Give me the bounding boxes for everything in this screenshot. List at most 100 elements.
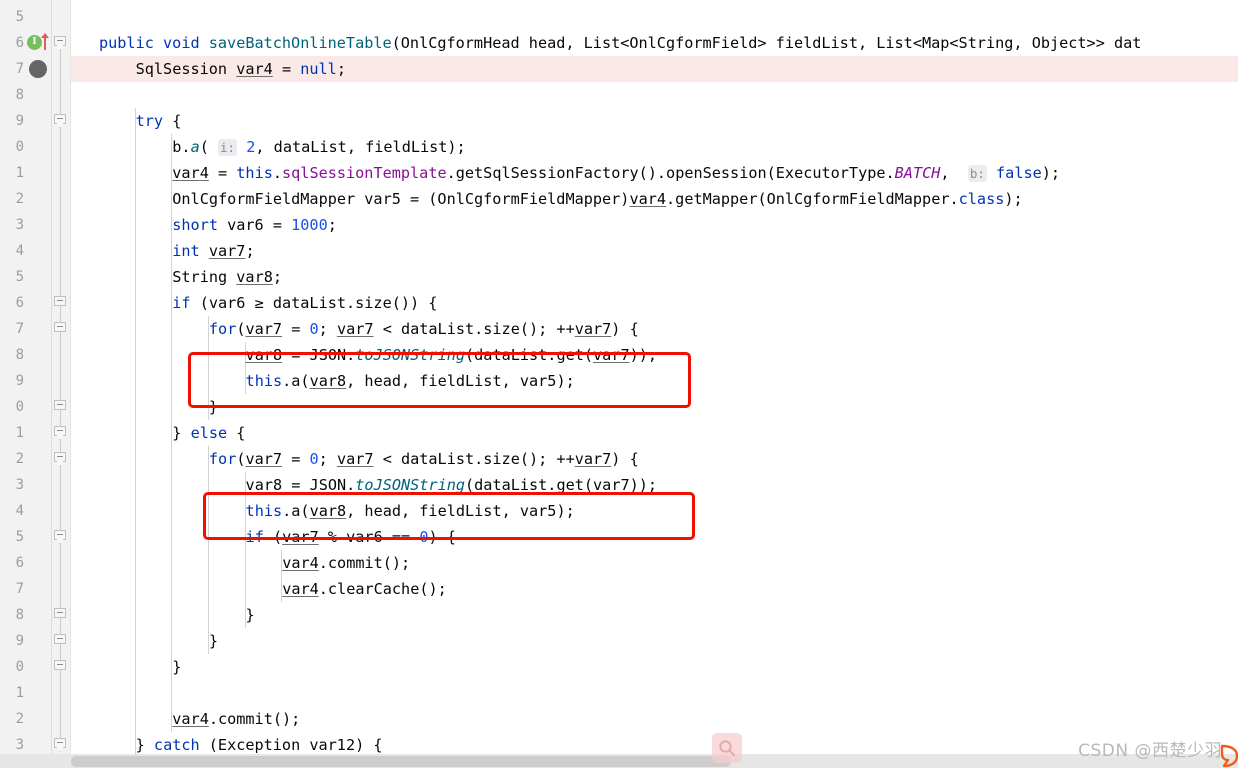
code-token: } [135,736,154,754]
line-number: 6 [15,555,24,571]
fold-collapse-icon[interactable] [54,634,68,648]
code-line[interactable]: this.a(var8, head, fieldList, var5); [246,368,575,394]
code-token: ) { [611,320,639,338]
code-line[interactable]: } [246,602,255,628]
gutter-marker[interactable] [26,56,52,82]
code-line[interactable]: } [172,654,181,680]
code-token: ( [236,320,246,338]
code-line[interactable]: for(var7 = 0; var7 < dataList.size(); ++… [209,316,639,342]
fold-collapse-icon[interactable] [54,400,68,414]
search-icon[interactable] [712,733,742,763]
code-token: var8 = JSON. [245,476,356,494]
code-token: ( [263,528,283,546]
code-token: var4 [236,60,273,78]
code-token: ) { [611,450,639,468]
horizontal-scrollbar-thumb[interactable] [71,756,731,767]
line-number: 7 [15,61,24,77]
fold-collapse-icon[interactable] [54,660,68,674]
fold-collapse-icon[interactable] [54,608,68,622]
code-line[interactable]: int var7; [172,238,254,264]
breakpoint-disabled-icon[interactable] [29,60,47,78]
fold-collapse-icon[interactable] [54,296,68,310]
code-token: this [236,164,273,182]
code-line[interactable]: if (var6 ≥ dataList.size()) { [172,290,437,316]
indent-guide [207,446,209,654]
code-line[interactable]: OnlCgformFieldMapper var5 = (OnlCgformFi… [172,186,1022,212]
code-token: var4 [282,554,319,572]
code-token: } [172,424,191,442]
code-token: { [163,112,182,130]
gutter-marker[interactable] [26,30,52,56]
code-token: var7 [336,320,374,338]
line-number: 4 [15,243,24,259]
line-number: 9 [15,113,24,129]
code-line[interactable]: } else { [172,420,245,446]
code-token: ; [272,268,283,286]
fold-collapse-icon[interactable] [54,738,68,752]
code-line[interactable]: } [209,394,218,420]
code-editor-area[interactable]: public void saveBatchOnlineTable(OnlCgfo… [71,0,1238,768]
code-token: var8 [236,268,273,286]
code-token: (OnlCgformHead head, List<OnlCgformField… [391,34,1142,52]
code-token: ; [318,320,337,338]
code-token: var4 [172,710,209,728]
code-line[interactable]: } [209,628,218,654]
code-token: var4 [172,164,209,182]
code-token: .commit(); [208,710,301,728]
code-line[interactable]: String var8; [172,264,282,290]
code-line[interactable]: try { [136,108,182,134]
code-line[interactable]: SqlSession var4 = null; [136,56,346,82]
line-number: 1 [15,425,24,441]
code-line[interactable]: var4.clearCache(); [282,576,447,602]
code-line[interactable]: if (var7 % var6 == 0) { [246,524,456,550]
code-token: toJSONString [355,476,466,494]
code-token: , head, fieldList, var5); [346,372,575,390]
code-token: var7 [245,450,283,468]
code-token: ++ [556,450,575,468]
code-token: var8 [309,372,347,390]
code-line[interactable]: b.a( i: 2, dataList, fieldList); [172,134,466,160]
code-line[interactable]: public void saveBatchOnlineTable(OnlCgfo… [99,30,1141,56]
ide-editor-window: public void saveBatchOnlineTable(OnlCgfo… [0,0,1238,768]
line-number: 9 [15,633,24,649]
code-token: < dataList.size(); [373,320,557,338]
code-line[interactable]: var8 = JSON.toJSONString(dataList.get(va… [246,472,658,498]
line-number: 6 [15,35,24,51]
fold-collapse-icon[interactable] [54,530,68,544]
code-token: , dataList, fieldList); [255,138,466,156]
code-line[interactable]: var8 = JSON.toJSONString(dataList.get(va… [246,342,658,368]
indent-guide [134,108,136,758]
overridden-method-arrow-icon[interactable] [40,32,50,51]
code-line[interactable]: this.a(var8, head, fieldList, var5); [246,498,575,524]
code-token: var4 [629,190,667,208]
fold-collapse-icon[interactable] [54,114,68,128]
fold-collapse-icon[interactable] [54,452,68,466]
code-folding-column[interactable] [52,0,70,768]
line-number: 0 [15,659,24,675]
code-token: ); [1041,164,1061,182]
line-number: 2 [15,191,24,207]
editor-gutter[interactable]: 56789012345678901234567890123 [0,0,52,768]
fold-collapse-icon[interactable] [54,426,68,440]
code-token: a [190,138,200,156]
code-token: var7 [593,346,630,364]
code-token: , [940,164,968,182]
fold-collapse-icon[interactable] [54,322,68,336]
code-line[interactable]: var4.commit(); [172,706,300,732]
code-line[interactable]: var4 = this.sqlSessionTemplate.getSqlSes… [172,160,1060,186]
code-token: (dataList.get(var7)); [465,476,658,494]
code-token: ) { [428,528,456,546]
code-line[interactable]: for(var7 = 0; var7 < dataList.size(); ++… [209,446,639,472]
code-token: for [208,450,237,468]
code-token: var8 [245,346,283,364]
code-token: (dataList.get( [465,346,594,364]
code-line[interactable]: short var6 = 1000; [172,212,337,238]
line-number: 8 [15,347,24,363]
code-token: = [272,60,301,78]
code-line[interactable]: var4.commit(); [282,550,410,576]
parameter-hint: i: [218,139,238,156]
watermark-text: CSDN @西楚少羽 [1078,741,1222,761]
fold-collapse-icon[interactable] [54,36,68,50]
